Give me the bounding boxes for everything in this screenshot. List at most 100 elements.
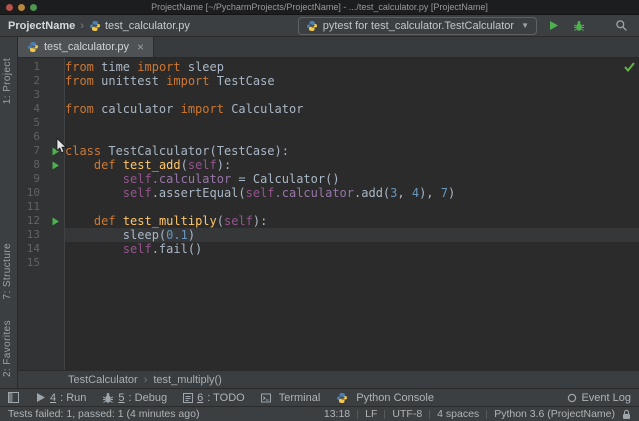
debug-button[interactable] xyxy=(569,16,589,36)
code-lines: 1from time import sleep2 from unittest im… xyxy=(18,60,639,270)
status-message[interactable]: Tests failed: 1, passed: 1 (4 minutes ag… xyxy=(8,408,199,420)
lock-icon[interactable] xyxy=(622,409,631,420)
line-number: 11 xyxy=(18,200,45,214)
run-config-label: pytest for test_calculator.TestCalculato… xyxy=(323,20,514,32)
divider xyxy=(384,410,385,419)
inspections-ok-icon[interactable] xyxy=(624,61,635,75)
breadcrumb-separator: › xyxy=(144,374,148,386)
tab-test-calculator[interactable]: test_calculator.py × xyxy=(18,37,154,57)
line-number: 3 xyxy=(18,88,45,102)
status-right: 13:18 LF UTF-8 4 spaces Python 3.6 (Proj… xyxy=(324,408,631,420)
breadcrumb-project[interactable]: ProjectName xyxy=(8,20,75,32)
gutter-cell xyxy=(45,242,65,256)
toolwindow-button-python-console[interactable]: Python Console xyxy=(336,392,434,404)
code-text xyxy=(65,200,639,214)
code-line-2[interactable]: 2 from unittest import TestCase xyxy=(18,74,639,88)
stripe-button-project[interactable]: 1: Project xyxy=(2,58,13,104)
code-text xyxy=(65,256,639,270)
line-number: 2 xyxy=(18,74,45,88)
run-button[interactable] xyxy=(543,16,563,36)
run-test-icon[interactable] xyxy=(45,158,65,172)
code-text: sleep(0.1) xyxy=(65,228,639,242)
toolwindow-buttons: 4: Run 5: Debug 6: TODO Terminal Python Cons… xyxy=(35,392,434,404)
code-text xyxy=(65,116,639,130)
stripe-button-favorites[interactable]: 2: Favorites xyxy=(2,320,13,377)
chevron-right-icon: › xyxy=(75,20,89,32)
cursor-position[interactable]: 13:18 xyxy=(324,408,350,420)
breadcrumb-file[interactable]: test_calculator.py xyxy=(105,20,190,32)
toolwindow-button-run[interactable]: 4: Run xyxy=(35,392,86,404)
gutter-cell xyxy=(45,74,65,88)
code-text xyxy=(65,88,639,102)
indent-setting[interactable]: 4 spaces xyxy=(437,408,479,420)
code-line-8[interactable]: 8 def test_add(self): xyxy=(18,158,639,172)
gutter-cell xyxy=(45,200,65,214)
python-file-icon xyxy=(27,41,39,53)
maximize-window-button[interactable] xyxy=(30,4,37,11)
search-everywhere-button[interactable] xyxy=(611,16,631,36)
code-line-11[interactable]: 11 xyxy=(18,200,639,214)
line-separator[interactable]: LF xyxy=(365,408,377,420)
close-tab-icon[interactable]: × xyxy=(137,42,144,52)
line-number: 9 xyxy=(18,172,45,186)
breadcrumb-item[interactable]: test_multiply() xyxy=(153,374,221,386)
line-number: 13 xyxy=(18,228,45,242)
breadcrumb-item[interactable]: TestCalculator xyxy=(68,374,138,386)
code-line-14[interactable]: 14 self.fail() xyxy=(18,242,639,256)
code-text: def test_multiply(self): xyxy=(65,214,639,228)
left-toolwindow-stripe: 1: Project 7: Structure 2: Favorites xyxy=(0,37,18,388)
code-text: self.calculator = Calculator() xyxy=(65,172,639,186)
code-line-3[interactable]: 3 xyxy=(18,88,639,102)
stripe-button-structure[interactable]: 7: Structure xyxy=(2,243,13,300)
window-controls xyxy=(6,4,37,11)
main-area: 1: Project 7: Structure 2: Favorites test_… xyxy=(0,37,639,388)
close-window-button[interactable] xyxy=(6,4,13,11)
chevron-down-icon: ▼ xyxy=(521,21,529,30)
window-title: ProjectName [~/PycharmProjects/ProjectNa… xyxy=(151,2,488,12)
code-line-15[interactable]: 15 xyxy=(18,256,639,270)
code-line-13[interactable]: 13 sleep(0.1) xyxy=(18,228,639,242)
file-encoding[interactable]: UTF-8 xyxy=(392,408,422,420)
code-text: from calculator import Calculator xyxy=(65,102,639,116)
run-config-selector[interactable]: pytest for test_calculator.TestCalculato… xyxy=(298,17,537,35)
line-number: 10 xyxy=(18,186,45,200)
code-line-5[interactable]: 5 xyxy=(18,116,639,130)
mouse-cursor xyxy=(56,138,67,157)
divider xyxy=(429,410,430,419)
code-line-6[interactable]: 6 xyxy=(18,130,639,144)
terminal-icon xyxy=(261,393,271,403)
debug-icon xyxy=(102,392,114,404)
editor-column: test_calculator.py × 1from time import s… xyxy=(18,37,639,388)
code-line-4[interactable]: 4from calculator import Calculator xyxy=(18,102,639,116)
toolwindow-button-label: : Run xyxy=(60,392,86,404)
minimize-window-button[interactable] xyxy=(18,4,25,11)
status-bar: Tests failed: 1, passed: 1 (4 minutes ag… xyxy=(0,406,639,421)
toolwindow-button-todo[interactable]: 6: TODO xyxy=(183,392,245,404)
code-line-12[interactable]: 12 def test_multiply(self): xyxy=(18,214,639,228)
run-test-icon[interactable] xyxy=(45,214,65,228)
code-line-1[interactable]: 1from time import sleep xyxy=(18,60,639,74)
interpreter-selector[interactable]: Python 3.6 (ProjectName) xyxy=(494,408,615,420)
gutter-cell xyxy=(45,88,65,102)
toolwindow-switcher-icon[interactable] xyxy=(8,392,19,403)
gutter-cell xyxy=(45,172,65,186)
line-number: 7 xyxy=(18,144,45,158)
gutter-cell xyxy=(45,60,65,74)
code-text: from time import sleep xyxy=(65,60,639,74)
toolwindow-button-label: : Debug xyxy=(129,392,168,404)
code-text: self.assertEqual(self.calculator.add(3, … xyxy=(65,186,639,200)
code-editor[interactable]: 1from time import sleep2 from unittest im… xyxy=(18,58,639,370)
pytest-config-icon xyxy=(306,20,318,32)
event-log-icon xyxy=(567,393,577,403)
line-number: 12 xyxy=(18,214,45,228)
code-line-7[interactable]: 7class TestCalculator(TestCase): xyxy=(18,144,639,158)
code-text: from unittest import TestCase xyxy=(65,74,639,88)
toolwindow-button-terminal[interactable]: Terminal xyxy=(261,392,321,404)
mnemonic: 6 xyxy=(197,392,203,404)
event-log-button[interactable]: Event Log xyxy=(567,392,631,404)
gutter-cell xyxy=(45,228,65,242)
toolwindow-button-debug[interactable]: 5: Debug xyxy=(102,392,167,404)
code-line-10[interactable]: 10 self.assertEqual(self.calculator.add(… xyxy=(18,186,639,200)
code-line-9[interactable]: 9 self.calculator = Calculator() xyxy=(18,172,639,186)
toolwindow-bar: 4: Run 5: Debug 6: TODO Terminal Python Cons… xyxy=(0,388,639,406)
